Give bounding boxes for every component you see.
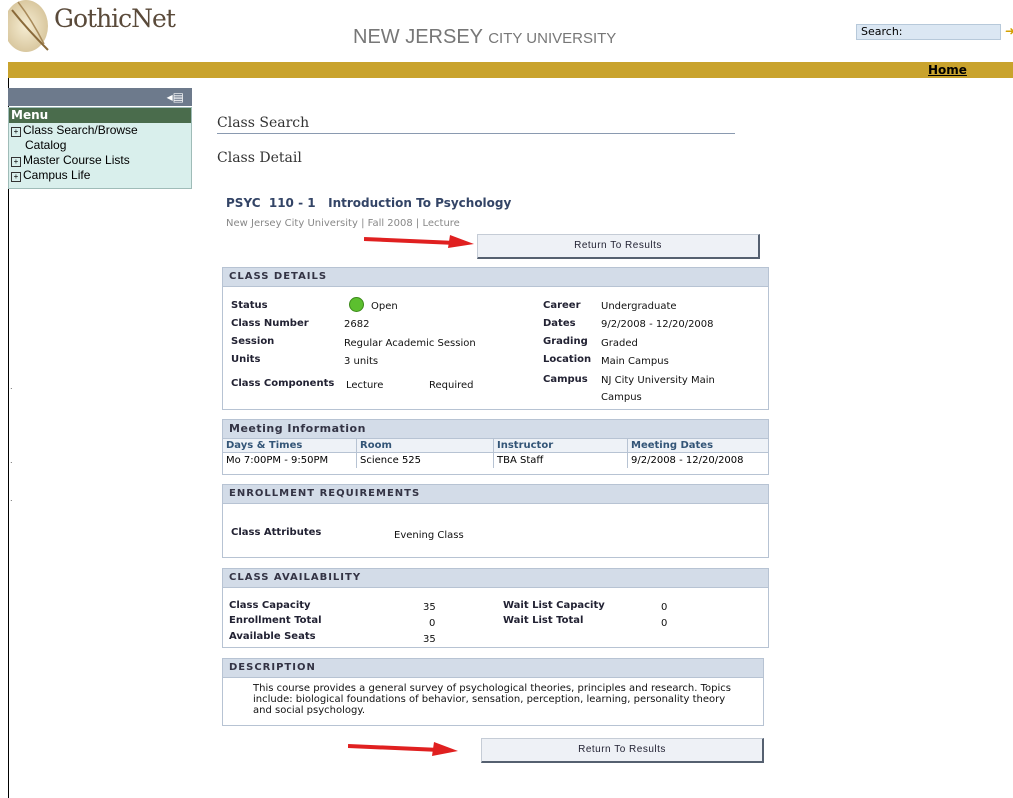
home-link[interactable]: Home [928,63,967,77]
frame-marker: . [10,494,13,503]
session-value: Regular Academic Session [344,338,476,349]
class-number-value: 2682 [344,319,370,330]
table-cell: TBA Staff [493,452,628,468]
units-value: 3 units [344,356,379,367]
campus-value: NJ City University Main [601,375,715,386]
column-header: Meeting Dates [627,439,768,453]
collapse-menu-icon[interactable]: ◂▤ [167,90,184,104]
title-divider [217,133,735,134]
panel-heading: ENROLLMENT REQUIREMENTS [223,485,768,504]
expand-icon[interactable]: + [11,157,21,167]
header: GothicNet NEW JERSEY CITY UNIVERSITY Sea… [8,0,1013,62]
class-capacity-value: 35 [423,602,436,613]
return-to-results-button[interactable]: Return To Results [481,738,764,763]
nav-bar [8,62,1013,78]
logo-text: GothicNet [54,4,176,33]
available-seats-value: 35 [423,634,436,645]
wait-list-total-value: 0 [661,618,668,629]
red-arrow-icon [348,742,458,756]
location-value: Main Campus [601,356,669,367]
table-cell: Science 525 [356,452,494,468]
status-label: Status [231,300,268,311]
panel-heading: CLASS AVAILABILITY [223,569,768,588]
column-header: Room [356,439,494,453]
frame-marker: . [10,382,13,391]
expand-icon[interactable]: + [11,127,21,137]
panel-heading: DESCRIPTION [223,659,763,678]
section-title: Class Detail [217,150,302,166]
available-seats-label: Available Seats [229,631,316,642]
panel-heading: Meeting Information [223,420,768,439]
table-cell: 9/2/2008 - 12/20/2008 [631,455,744,466]
class-availability-panel: CLASS AVAILABILITY Class Capacity 35 Enr… [222,568,769,648]
column-header: Days & Times [223,439,357,453]
menu-toolbar: ◂▤ [8,88,192,106]
gothic-emblem-icon [8,0,49,52]
description-panel: DESCRIPTION This course provides a gener… [222,658,764,726]
class-details-panel: CLASS DETAILS Status Open Class Number 2… [222,267,769,410]
expand-icon[interactable]: + [11,172,21,182]
meeting-info-panel: Meeting Information Days & Times Room In… [222,419,769,475]
column-header: Instructor [493,439,628,453]
menu-title: Menu [9,108,191,123]
frame-marker: . [10,456,13,465]
search-input[interactable]: Search: [856,24,1001,40]
table-row: Mo 7:00PM - 9:50PM Science 525 TBA Staff… [223,452,768,468]
class-number-label: Class Number [231,318,309,329]
class-attributes-label: Class Attributes [231,527,322,538]
search-go-icon[interactable]: ➜ [1005,24,1013,38]
red-arrow-icon [364,235,474,248]
grading-value: Graded [601,338,638,349]
meeting-table: Days & Times Room Instructor Meeting Dat… [223,439,768,468]
description-text: This course provides a general survey of… [253,683,731,716]
menu-item-master-course-lists[interactable]: + Master Course Lists [9,153,191,168]
menu-item-class-search[interactable]: + Class Search/Browse [9,123,191,138]
status-open-icon [349,297,364,312]
enrollment-total-label: Enrollment Total [229,615,322,626]
enrollment-total-value: 0 [429,618,436,629]
career-value: Undergraduate [601,301,677,312]
menu-item-campus-life[interactable]: + Campus Life [9,168,191,183]
return-to-results-button[interactable]: Return To Results [477,234,760,259]
table-cell: Mo 7:00PM - 9:50PM [223,452,357,468]
menu-panel: Menu + Class Search/Browse Catalog + Maste… [8,107,192,189]
panel-heading: CLASS DETAILS [223,268,768,287]
units-label: Units [231,354,261,365]
location-label: Location [543,354,592,365]
dates-label: Dates [543,318,576,329]
class-components-required: Required [429,380,474,391]
status-value: Open [371,301,398,312]
career-label: Career [543,300,581,311]
course-subtitle: New Jersey City University | Fall 2008 |… [226,218,460,229]
wait-list-capacity-value: 0 [661,602,668,613]
class-components-label: Class Components [231,378,335,389]
class-capacity-label: Class Capacity [229,600,311,611]
session-label: Session [231,336,275,347]
wait-list-total-label: Wait List Total [503,615,584,626]
wait-list-capacity-label: Wait List Capacity [503,600,605,611]
grading-label: Grading [543,336,588,347]
university-name: NEW JERSEY CITY UNIVERSITY [353,26,617,48]
class-components-value: Lecture [346,380,384,391]
page-title: Class Search [217,115,310,131]
campus-value-line2: Campus [601,392,642,403]
dates-value: 9/2/2008 - 12/20/2008 [601,319,714,330]
course-title: PSYC 110 - 1 Introduction To Psychology [226,196,512,210]
logo[interactable]: GothicNet [8,0,208,60]
menu-item-class-search-sub[interactable]: Catalog [9,138,191,153]
class-attributes-value: Evening Class [394,530,464,541]
campus-label: Campus [543,374,588,385]
enrollment-requirements-panel: ENROLLMENT REQUIREMENTS Class Attributes… [222,484,769,558]
